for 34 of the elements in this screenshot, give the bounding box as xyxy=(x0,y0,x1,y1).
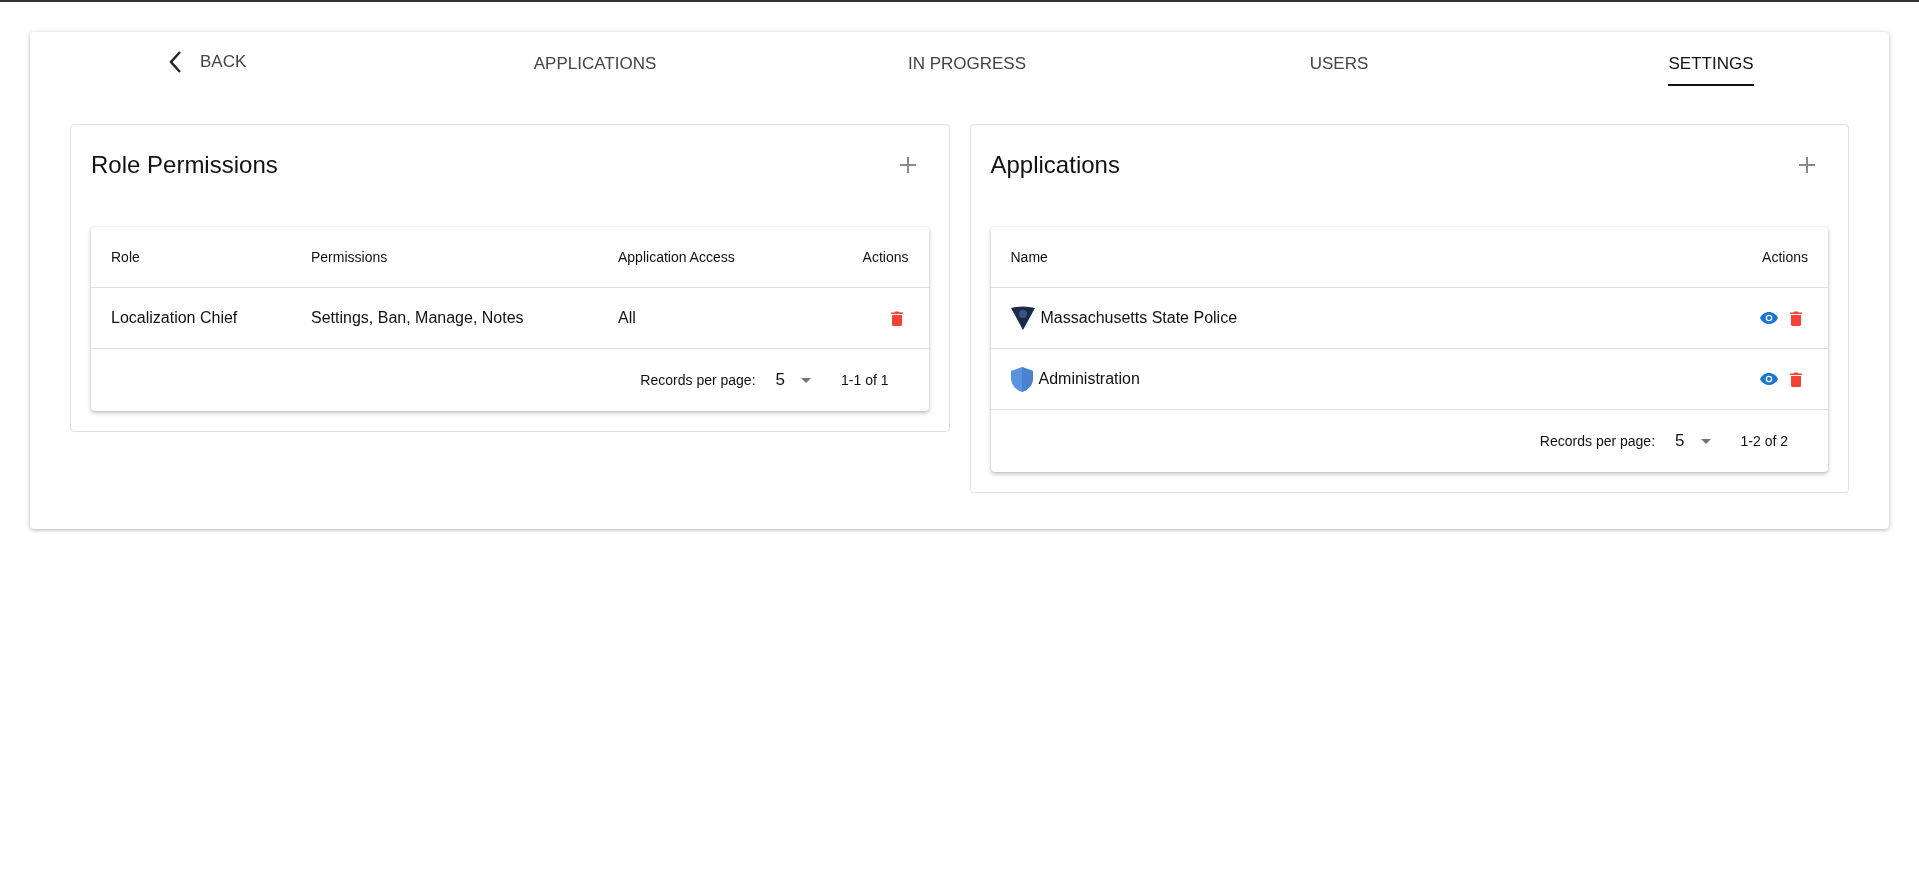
page-range: 1-1 of 1 xyxy=(841,372,889,388)
caret-icon xyxy=(1700,438,1711,444)
view-eye-icon[interactable] xyxy=(1760,312,1778,324)
table-cell: Massachusetts State Police xyxy=(1040,309,1238,327)
nav-tab[interactable]: USERS xyxy=(1309,48,1369,86)
nav-tab[interactable]: SETTINGS xyxy=(1668,48,1754,86)
delete-icon[interactable] xyxy=(1790,371,1802,387)
badge-icon xyxy=(1010,306,1035,330)
view-eye-icon[interactable] xyxy=(1760,373,1778,385)
column-header: Actions xyxy=(862,249,909,265)
delete-icon[interactable] xyxy=(1790,310,1802,326)
caret-icon xyxy=(801,377,811,383)
records-per-page-select[interactable]: 5 xyxy=(1675,431,1711,451)
chevron-left-icon xyxy=(168,50,182,74)
panel-title: Role Permissions xyxy=(91,151,278,179)
table-cell-text: All xyxy=(618,309,637,327)
nav-tab[interactable]: IN PROGRESS xyxy=(907,48,1027,86)
delete-icon[interactable] xyxy=(890,310,903,326)
panel-title: Applications xyxy=(990,151,1120,179)
records-per-page-label: Records per page: xyxy=(1539,433,1656,449)
column-header: Role xyxy=(111,249,141,265)
shield-icon xyxy=(1010,366,1033,392)
back-link[interactable]: BACK xyxy=(168,48,247,86)
table-cell: Administration xyxy=(1038,370,1140,388)
page-range: 1-2 of 2 xyxy=(1740,433,1788,449)
column-header: Name xyxy=(1010,249,1049,265)
column-header: Actions xyxy=(1762,249,1808,265)
records-per-page-label: Records per page: xyxy=(640,372,756,388)
nav-tab[interactable]: APPLICATIONS xyxy=(533,48,657,86)
column-header: Application Access xyxy=(618,249,736,265)
records-per-page-select[interactable]: 5 xyxy=(775,370,811,390)
table-cell-text: Localization Chief xyxy=(111,309,239,327)
column-header: Permissions xyxy=(311,249,389,265)
table-cell-text: Settings, Ban, Manage, Notes xyxy=(311,309,525,327)
